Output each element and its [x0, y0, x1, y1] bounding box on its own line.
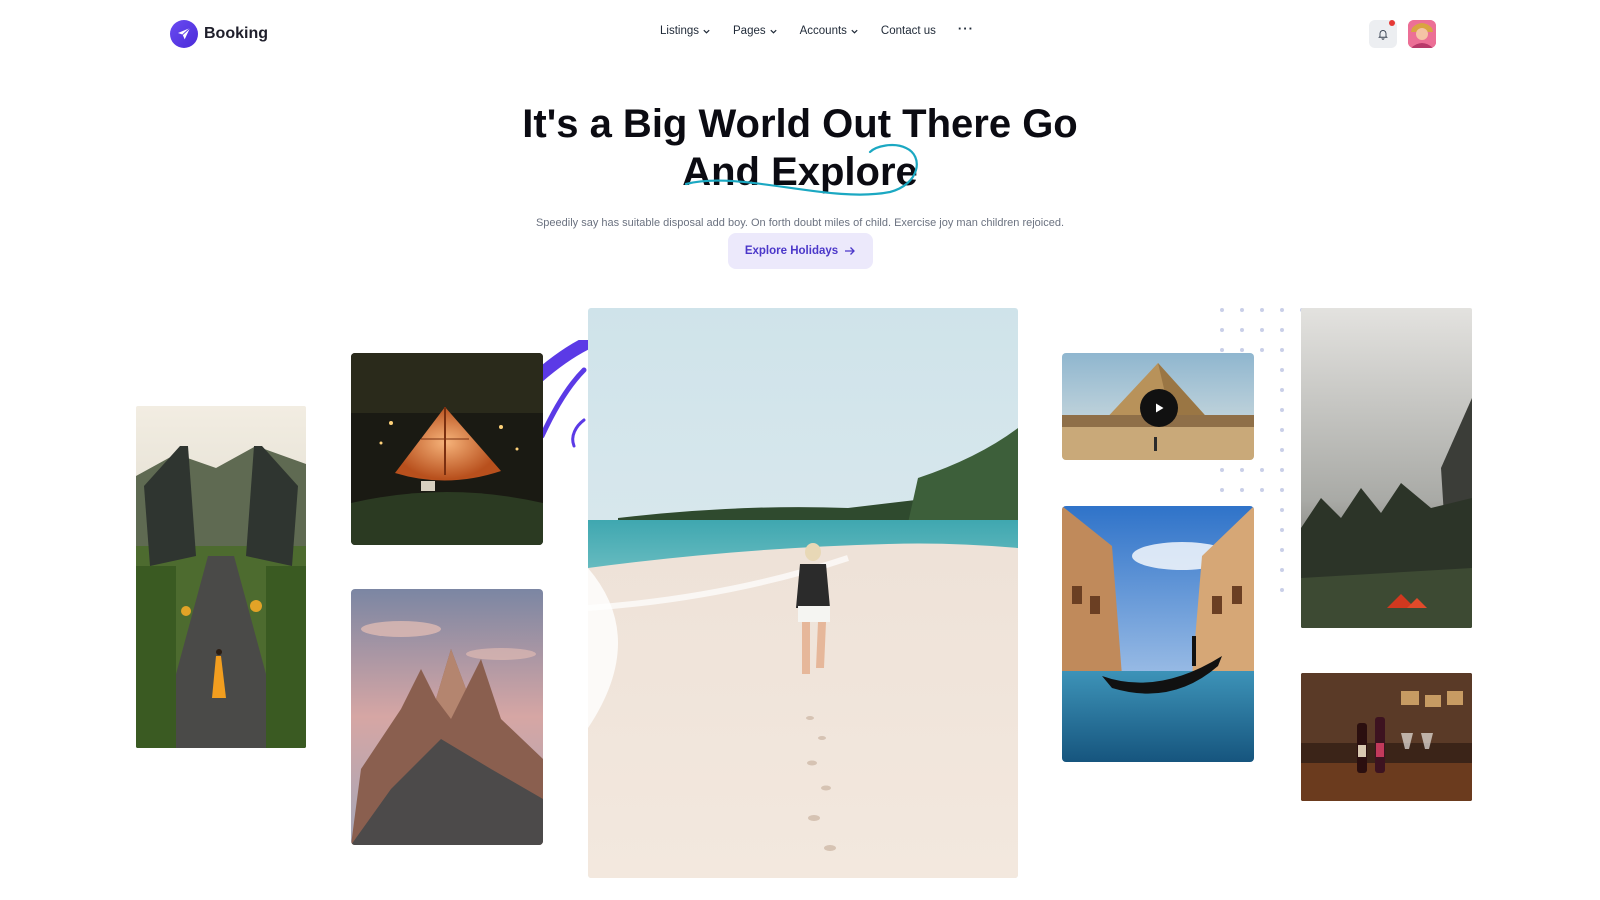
nav-item-label: Accounts: [799, 25, 847, 37]
nav-item-label: Listings: [660, 25, 699, 37]
arrow-right-icon: [845, 247, 856, 255]
hero-subtitle: Speedily say has suitable disposal add b…: [535, 217, 1065, 229]
brand-logo-link[interactable]: Booking: [170, 20, 268, 48]
wine-bar-photo[interactable]: [1301, 673, 1472, 801]
chevron-down-icon: [851, 29, 858, 34]
title-underline-swoosh: [684, 143, 918, 196]
bell-icon: [1378, 30, 1388, 40]
avatar-image: [1408, 20, 1436, 48]
beach-walk-photo[interactable]: [588, 308, 1018, 878]
play-icon: [1156, 403, 1164, 413]
camping-tent-photo[interactable]: [351, 353, 543, 545]
main-nav: Listings Pages Accounts Contact us ···: [660, 21, 974, 38]
explore-holidays-button[interactable]: Explore Holidays: [728, 233, 873, 269]
user-avatar[interactable]: [1408, 20, 1436, 48]
notification-button[interactable]: [1369, 20, 1397, 48]
unread-badge: [1389, 20, 1395, 26]
nav-item-label: Contact us: [880, 25, 936, 37]
brand-name: Booking: [204, 25, 268, 42]
explore-holidays-label: Explore Holidays: [744, 245, 839, 257]
nav-item-listings[interactable]: Listings: [660, 25, 711, 37]
more-menu-button[interactable]: ···: [958, 21, 974, 36]
nav-item-accounts[interactable]: Accounts: [800, 25, 859, 37]
nav-item-pages[interactable]: Pages: [733, 25, 778, 37]
nav-item-contact-us[interactable]: Contact us: [881, 25, 936, 37]
nav-item-label: Pages: [733, 25, 766, 37]
plane-icon: [170, 20, 198, 48]
venice-gondola-photo[interactable]: [1062, 506, 1254, 762]
temple-gate-photo[interactable]: [136, 406, 306, 748]
chevron-down-icon: [703, 29, 710, 34]
play-video-button[interactable]: [1140, 389, 1178, 427]
mountain-peak-photo[interactable]: [351, 589, 543, 845]
top-header: Booking Listings Pages Accounts Contact …: [0, 0, 1600, 70]
chevron-down-icon: [769, 29, 777, 34]
misty-forest-photo[interactable]: [1301, 308, 1472, 628]
